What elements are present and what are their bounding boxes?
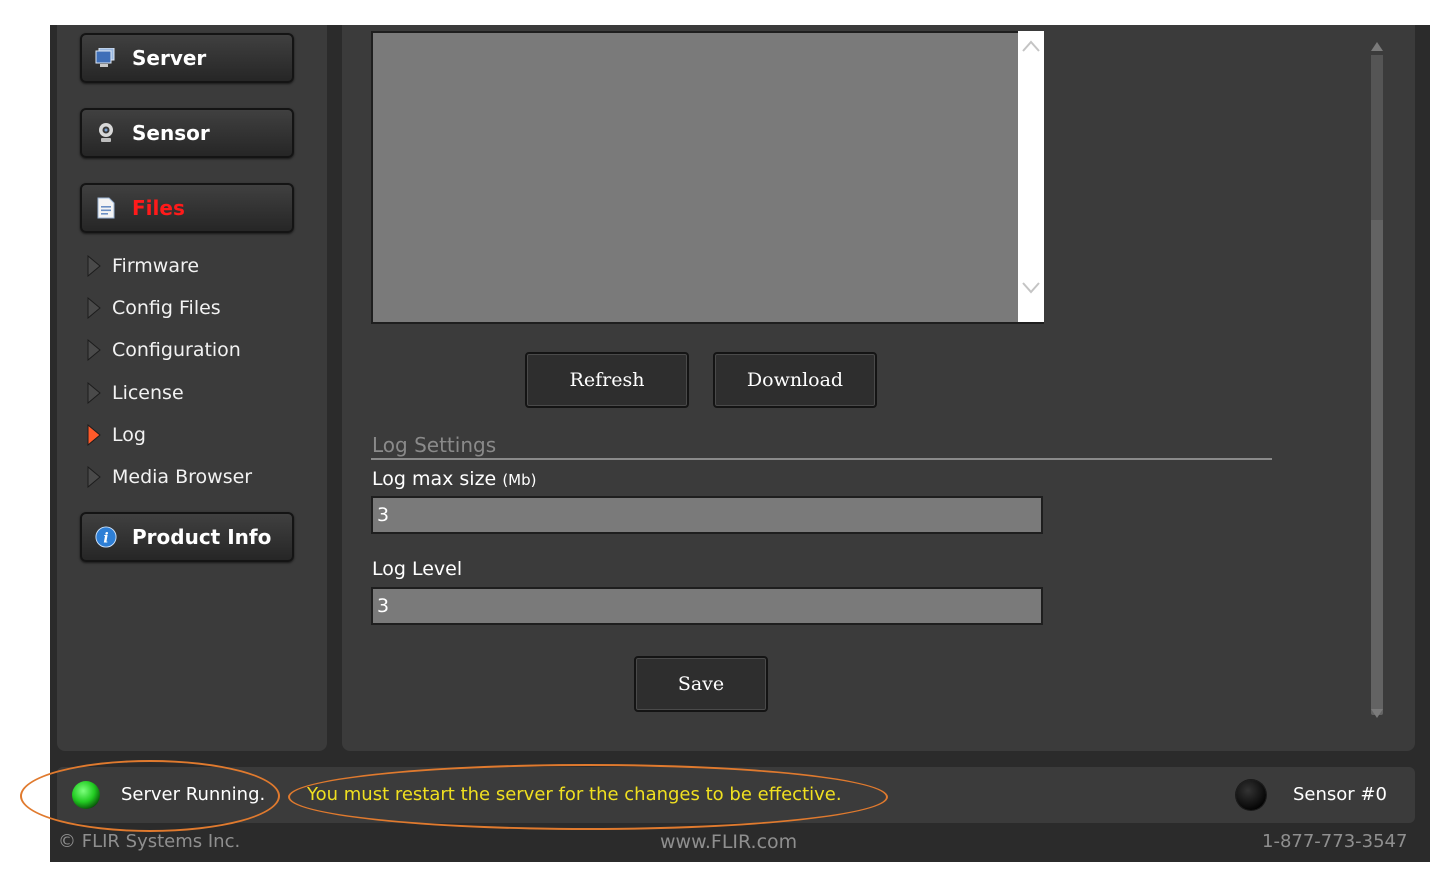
chevron-right-icon — [87, 297, 101, 319]
info-icon: i — [95, 526, 117, 548]
files-nav-label: Files — [132, 196, 185, 220]
log-scrollbar[interactable] — [1018, 31, 1044, 322]
phone-number: 1-877-773-3547 — [1262, 831, 1408, 852]
product-info-button[interactable]: i Product Info — [80, 512, 294, 562]
annotation-ellipse-warning — [288, 764, 888, 830]
webcam-icon — [95, 122, 117, 144]
chevron-right-icon — [87, 424, 101, 446]
scroll-up-icon[interactable] — [1369, 39, 1385, 53]
website-link[interactable]: www.FLIR.com — [660, 831, 797, 853]
sidebar-item-label: Firmware — [112, 255, 200, 277]
sidebar-item-label: Config Files — [112, 297, 221, 319]
sensor-status-led — [1236, 780, 1266, 810]
sidebar-item-label: Log — [112, 424, 146, 446]
sidebar-item-license[interactable]: License — [85, 379, 184, 407]
document-icon — [95, 197, 117, 219]
monitor-icon — [95, 47, 117, 69]
app-window: Server Sensor Files Firmware Config File… — [50, 25, 1430, 862]
log-level-input[interactable]: 3 — [371, 587, 1043, 625]
svg-text:i: i — [103, 531, 108, 547]
server-nav-button[interactable]: Server — [80, 33, 294, 83]
sidebar-item-config-files[interactable]: Config Files — [85, 294, 221, 322]
sidebar-item-firmware[interactable]: Firmware — [85, 252, 199, 280]
copyright-text: © FLIR Systems Inc. — [58, 831, 241, 852]
sidebar: Server Sensor Files Firmware Config File… — [57, 25, 327, 751]
log-max-size-input[interactable]: 3 — [371, 496, 1043, 534]
section-divider — [371, 458, 1272, 460]
main-panel: Refresh Download Log Settings Log max si… — [342, 25, 1415, 751]
scroll-down-icon[interactable] — [1369, 707, 1385, 721]
refresh-button[interactable]: Refresh — [525, 352, 689, 408]
scroll-arrows-icon — [1022, 40, 1040, 294]
chevron-right-icon — [87, 255, 101, 277]
download-button[interactable]: Download — [713, 352, 877, 408]
log-level-label: Log Level — [372, 558, 463, 580]
sidebar-item-label: Configuration — [112, 339, 241, 361]
product-info-label: Product Info — [132, 525, 272, 549]
sensor-nav-button[interactable]: Sensor — [80, 108, 294, 158]
log-max-size-label: Log max size (Mb) — [372, 468, 536, 490]
sensor-nav-label: Sensor — [132, 121, 210, 145]
sensor-status-text: Sensor #0 — [1293, 784, 1387, 805]
log-textarea[interactable] — [371, 31, 1044, 324]
server-nav-label: Server — [132, 46, 207, 70]
files-nav-button[interactable]: Files — [80, 183, 294, 233]
page-scrollbar-upper[interactable] — [1371, 55, 1383, 220]
sidebar-item-label: Media Browser — [112, 466, 253, 488]
chevron-right-icon — [87, 466, 101, 488]
log-max-size-label-text: Log max size — [372, 468, 497, 490]
sidebar-item-log[interactable]: Log — [85, 421, 146, 449]
sidebar-item-media-browser[interactable]: Media Browser — [85, 463, 252, 491]
log-settings-title: Log Settings — [372, 433, 497, 457]
sidebar-item-configuration[interactable]: Configuration — [85, 336, 241, 364]
save-button[interactable]: Save — [634, 656, 768, 712]
chevron-right-icon — [87, 339, 101, 361]
annotation-ellipse-server-status — [20, 760, 280, 832]
log-max-size-unit: (Mb) — [502, 471, 537, 489]
chevron-right-icon — [87, 382, 101, 404]
sidebar-item-label: License — [112, 382, 184, 404]
